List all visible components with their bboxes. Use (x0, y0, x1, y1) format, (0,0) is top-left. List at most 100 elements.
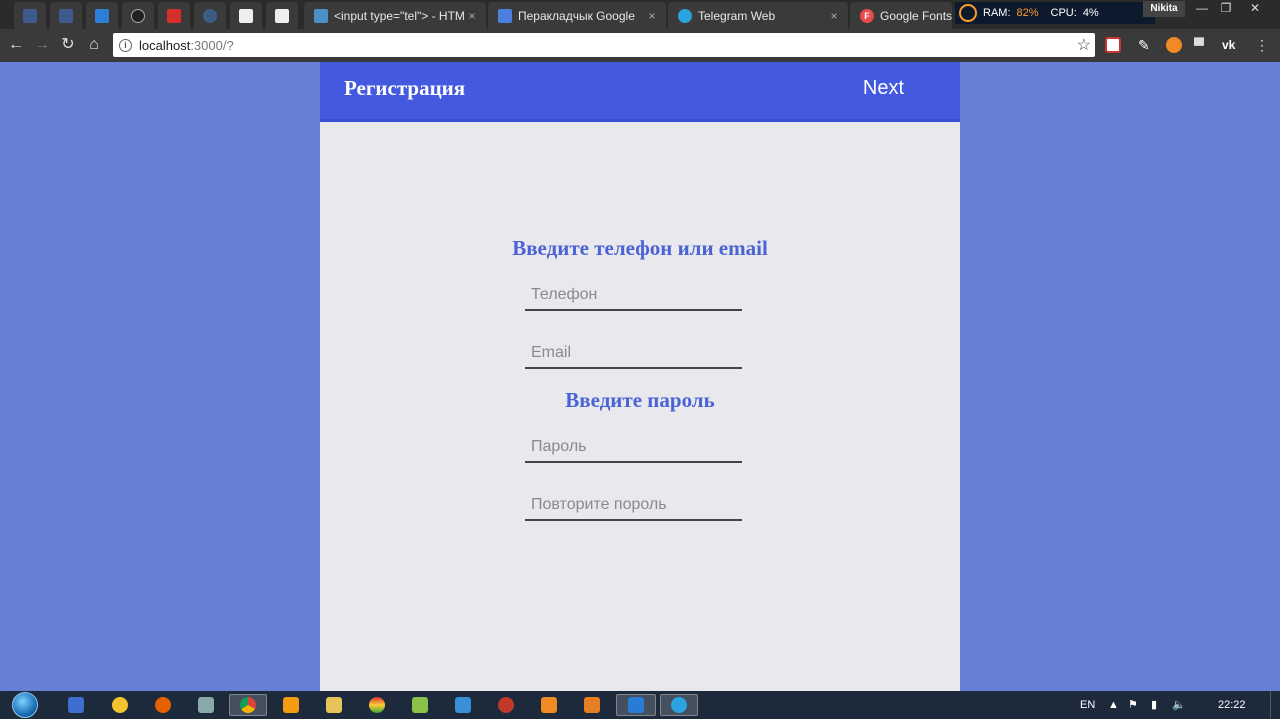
phone-field[interactable] (525, 281, 742, 311)
telegram-icon (671, 697, 687, 713)
save-disk-icon (68, 697, 84, 713)
photoshop-icon (23, 8, 37, 23)
language-indicator[interactable]: EN (1080, 691, 1095, 719)
taskbar-item[interactable] (102, 694, 138, 716)
windows-taskbar: EN ▲ ⚑ ▮ 🔈 22:22 (0, 691, 1280, 719)
start-button[interactable] (8, 691, 44, 719)
next-button[interactable]: Next (863, 77, 904, 100)
taskbar-item[interactable] (445, 694, 481, 716)
pinned-tab-7[interactable] (230, 2, 262, 29)
pinned-tab-2[interactable] (50, 2, 82, 29)
tab-telegram-web[interactable]: Telegram Web × (668, 2, 848, 29)
action-center-flag-icon[interactable]: ⚑ (1128, 691, 1138, 719)
home-icon[interactable]: ⌂ (84, 35, 104, 55)
app-header: Регистрация Next (320, 62, 960, 122)
url-text: localhost:3000/? (139, 38, 234, 53)
orange-app-icon (541, 697, 557, 713)
site-info-icon[interactable]: i (119, 38, 132, 52)
paint-roller-extension-icon[interactable]: ▀ (1194, 37, 1210, 53)
tab-google-translate[interactable]: Перакладчык Google × (488, 2, 666, 29)
pinned-tab-1[interactable] (14, 2, 46, 29)
taskbar-item[interactable] (145, 694, 181, 716)
taskbar-item[interactable] (273, 694, 309, 716)
tab-close-icon[interactable]: × (644, 9, 660, 23)
tab-close-icon[interactable]: × (464, 9, 480, 23)
browser-toolbar: ← → ↻ ⌂ i localhost:3000/? ☆ ✎ ▀ vk ⋮ (0, 29, 1280, 62)
taskbar-item[interactable] (316, 694, 352, 716)
show-desktop-button[interactable] (1270, 691, 1280, 719)
url-host: localhost (139, 37, 191, 53)
password-field[interactable] (525, 433, 742, 463)
vk-extension-icon[interactable]: vk (1222, 37, 1238, 53)
paint-icon (198, 697, 214, 713)
repeat-password-input[interactable] (525, 491, 742, 519)
phone-input[interactable] (525, 281, 742, 309)
email-input[interactable] (525, 339, 742, 367)
address-bar[interactable]: i localhost:3000/? ☆ (113, 33, 1095, 57)
tab-close-icon[interactable]: × (826, 9, 842, 23)
folder-icon (326, 697, 342, 713)
taskbar-item[interactable] (188, 694, 224, 716)
taskbar-item[interactable] (660, 694, 698, 716)
forward-arrow-icon[interactable]: → (32, 35, 52, 55)
tray-expand-icon[interactable]: ▲ (1108, 691, 1119, 719)
taskbar-item[interactable] (58, 694, 94, 716)
orange-app-icon (584, 697, 600, 713)
tab-title: Перакладчык Google (518, 8, 635, 23)
telegram-icon (678, 8, 692, 23)
google-fonts-icon: F (860, 8, 874, 23)
cpu-label: CPU: (1050, 7, 1077, 19)
tab-input-tel[interactable]: <input type="tel"> - HTML × (304, 2, 486, 29)
pen-extension-icon[interactable]: ✎ (1138, 37, 1154, 53)
pinned-tab-4[interactable] (122, 2, 154, 29)
pinned-tab-8[interactable] (266, 2, 298, 29)
ram-label: RAM: (983, 7, 1011, 19)
taskbar-item[interactable] (574, 694, 610, 716)
lightning-icon (131, 8, 145, 23)
google-translate-icon (498, 8, 512, 23)
browser-tab-strip: <input type="tel"> - HTML × Перакладчык … (0, 0, 1280, 29)
back-arrow-icon[interactable]: ← (6, 35, 26, 55)
taskbar-item[interactable] (229, 694, 267, 716)
registration-app: Регистрация Next Введите телефон или ema… (320, 62, 960, 691)
tab-google-fonts[interactable]: F Google Fonts (850, 2, 952, 29)
firefox-icon (155, 697, 171, 713)
close-window-icon[interactable]: ✕ (1240, 0, 1270, 18)
record-icon (498, 697, 514, 713)
photoshop-icon (59, 8, 73, 23)
network-signal-icon[interactable]: ▮ (1151, 691, 1157, 719)
email-field[interactable] (525, 339, 742, 369)
taskbar-item[interactable] (402, 694, 438, 716)
taskbar-item[interactable] (359, 694, 395, 716)
password-input[interactable] (525, 433, 742, 461)
repeat-password-field[interactable] (525, 491, 742, 521)
tab-title: <input type="tel"> - HTML (334, 8, 464, 23)
profile-badge[interactable]: Nikita (1143, 1, 1185, 17)
colorful-app-icon (369, 697, 385, 713)
pinned-tab-3[interactable] (86, 2, 118, 29)
pinned-tab-5[interactable] (158, 2, 190, 29)
bookmark-star-icon[interactable]: ☆ (1077, 35, 1091, 55)
chrome-menu-icon[interactable]: ⋮ (1254, 37, 1270, 53)
url-path: :3000/? (190, 37, 234, 53)
taskbar-item[interactable] (488, 694, 524, 716)
restore-icon[interactable]: ❐ (1212, 0, 1240, 18)
warning-app-icon (112, 697, 128, 713)
clock[interactable]: 22:22 (1218, 691, 1246, 719)
windows-logo-icon (12, 692, 38, 718)
pinned-tab-6[interactable] (194, 2, 226, 29)
volume-icon[interactable]: 🔈 (1172, 691, 1186, 719)
flag-icon (95, 8, 109, 23)
globe-icon (203, 8, 217, 23)
taskbar-item[interactable] (531, 694, 567, 716)
android-icon (412, 697, 428, 713)
system-monitor-widget: RAM: 82% CPU: 4% (955, 2, 1155, 24)
p-logo-icon (167, 8, 181, 23)
window-app-icon (455, 697, 471, 713)
reload-icon[interactable]: ↻ (58, 35, 78, 55)
document-icon (239, 8, 253, 23)
tab-title: Google Fonts (880, 8, 952, 23)
ball-extension-icon[interactable] (1166, 37, 1182, 53)
taskbar-item[interactable] (616, 694, 656, 716)
pocket-extension-icon[interactable] (1105, 37, 1121, 53)
